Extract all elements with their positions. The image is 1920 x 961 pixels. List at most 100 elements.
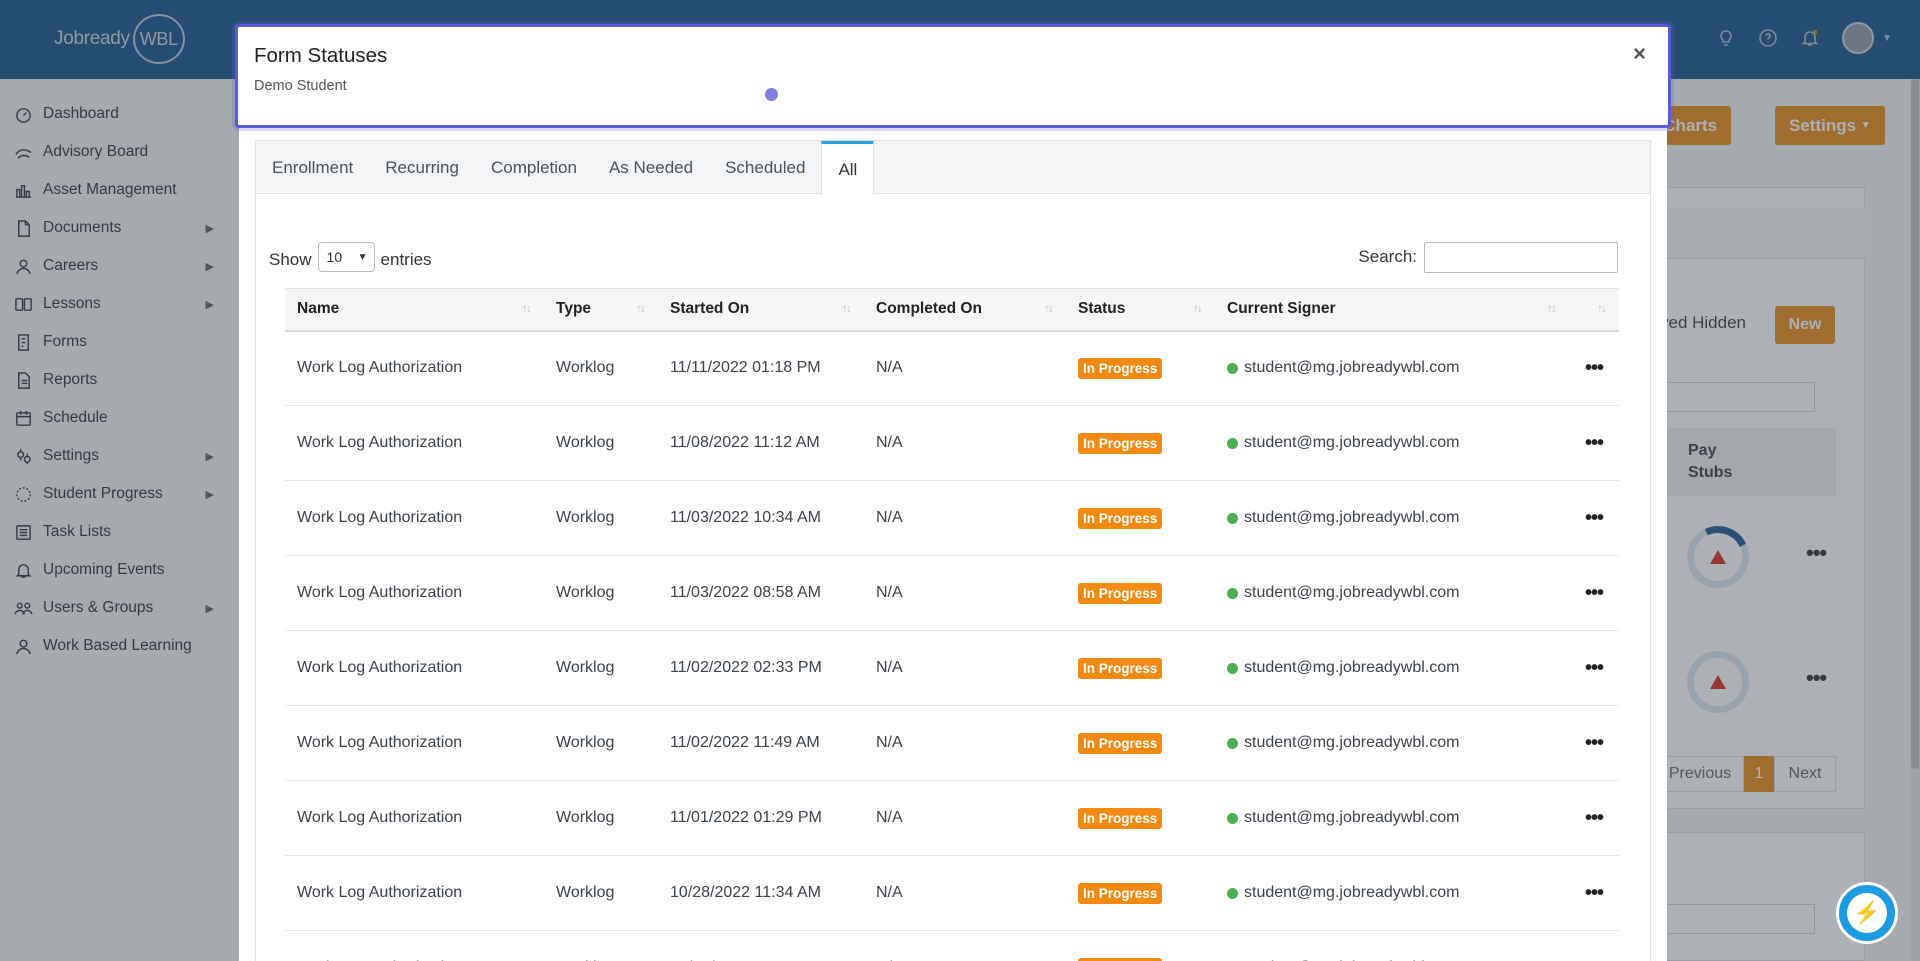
tab-scheduled[interactable]: Scheduled — [709, 141, 821, 194]
show-label: Show — [269, 250, 312, 269]
tab-completion[interactable]: Completion — [475, 141, 593, 194]
signer-email: student@mg.jobreadywbl.com — [1244, 884, 1460, 901]
table-row[interactable]: Work Log Authorization Worklog 11/08/2022 … — [285, 406, 1619, 481]
tab-bar: Enrollment Recurring Completion As Needed Sc… — [256, 141, 1650, 195]
column-header-label: Type — [556, 300, 592, 318]
search-input[interactable] — [1424, 242, 1618, 273]
tab-enrollment[interactable]: Enrollment — [256, 141, 369, 194]
cell-current-signer: student@mg.jobreadywbl.com — [1215, 931, 1569, 961]
column-header-started-on[interactable]: Started On ↑↓ — [658, 289, 864, 331]
cell-type: Worklog — [556, 509, 615, 526]
status-badge: In Progress — [1078, 507, 1163, 529]
sort-icon: ↑↓ — [1547, 301, 1557, 315]
cell-started-on: 10/27/2022 11:13 AM — [658, 931, 864, 961]
chat-launcher-button[interactable]: ⚡ — [1836, 882, 1898, 944]
cell-completed-on: N/A — [876, 809, 903, 826]
cell-started-on: 11/02/2022 02:33 PM — [670, 659, 822, 676]
column-header-status[interactable]: Status ↑↓ — [1066, 289, 1215, 331]
column-header-current-signer[interactable]: Current Signer ↑↓ — [1215, 289, 1569, 331]
sort-icon: ↑↓ — [522, 301, 532, 315]
cell-completed-on: N/A — [876, 734, 903, 751]
sort-icon: ↑↓ — [1193, 301, 1203, 315]
status-badge: In Progress — [1078, 432, 1163, 454]
close-icon[interactable]: × — [1633, 41, 1646, 67]
cell-current-signer: student@mg.jobreadywbl.com — [1215, 406, 1569, 481]
cell-completed-on: N/A — [876, 509, 903, 526]
sort-icon: ↑↓ — [1044, 301, 1054, 315]
table-row[interactable]: Work Log Authorization Worklog 11/02/2022 … — [285, 706, 1619, 781]
table-header-row: Name ↑↓ Type ↑↓ Started On ↑↓ Completed On ↑↓ St… — [285, 288, 1619, 331]
signer: student@mg.jobreadywbl.com — [1227, 734, 1569, 752]
cell-started-on: 11/03/2022 10:34 AM — [670, 509, 821, 526]
cell-type: Worklog — [556, 734, 615, 751]
column-header-label: Name — [297, 300, 340, 318]
tab-as-needed[interactable]: As Needed — [593, 141, 709, 194]
cell-status: In Progress — [1066, 556, 1215, 631]
status-badge: In Progress — [1078, 807, 1163, 829]
online-status-dot — [1227, 587, 1238, 599]
table-row[interactable]: Work Log Authorization Worklog 11/02/2022 … — [285, 631, 1619, 706]
online-status-dot — [1227, 362, 1238, 374]
table-row[interactable]: Work Log Authorization Worklog 10/28/2022 … — [285, 856, 1619, 931]
cell-current-signer: student@mg.jobreadywbl.com — [1215, 481, 1569, 556]
cell-started-on: 11/01/2022 01:29 PM — [670, 809, 822, 826]
status-badge: In Progress — [1078, 957, 1163, 961]
signer: student@mg.jobreadywbl.com — [1227, 659, 1569, 677]
cell-current-signer: student@mg.jobreadywbl.com — [1215, 556, 1569, 631]
cell-status: In Progress — [1066, 481, 1215, 556]
cell-started-on: 11/11/2022 01:18 PM — [670, 359, 821, 377]
tab-recurring[interactable]: Recurring — [369, 141, 475, 194]
entries-select[interactable]: 10 ▼ — [317, 242, 375, 272]
cell-current-signer: student@mg.jobreadywbl.com — [1215, 331, 1569, 406]
signer-email: student@mg.jobreadywbl.com — [1244, 659, 1460, 676]
cell-completed-on: N/A — [876, 434, 903, 451]
cell-current-signer: student@mg.jobreadywbl.com — [1215, 781, 1569, 856]
cell-name: Work Log Authorization — [297, 509, 463, 526]
signer: student@mg.jobreadywbl.com — [1227, 434, 1569, 452]
sort-icon: ↑↓ — [636, 301, 646, 315]
table-body: Work Log Authorization Worklog 11/11/2022 … — [285, 331, 1619, 961]
column-header-label: Status — [1078, 300, 1126, 318]
cell-type: Worklog — [544, 931, 658, 961]
cell-started-on: 10/28/2022 11:34 AM — [670, 884, 821, 901]
column-header-label: Started On — [670, 300, 750, 318]
online-status-dot — [1227, 437, 1238, 449]
table-row[interactable]: Work Log Authorization Worklog 11/01/2022 … — [285, 781, 1619, 856]
table-row[interactable]: Work Log Authorization Worklog 11/11/2022 … — [285, 331, 1619, 406]
cell-type: Worklog — [556, 884, 615, 901]
modal-title: Form Statuses — [254, 44, 388, 67]
signer-email: student@mg.jobreadywbl.com — [1244, 509, 1460, 526]
table-row[interactable]: Work Log Authorization Worklog 11/03/2022 … — [285, 481, 1619, 556]
row-actions-icon[interactable]: ••• — [1569, 856, 1619, 931]
row-actions-icon[interactable]: ••• — [1569, 406, 1619, 481]
form-statuses-table: Name ↑↓ Type ↑↓ Started On ↑↓ Completed On ↑↓ St… — [285, 288, 1619, 961]
row-actions-icon[interactable]: ••• — [1569, 781, 1619, 856]
row-actions-icon[interactable]: ••• — [1569, 631, 1619, 706]
cell-type: Worklog — [556, 434, 615, 451]
sort-icon: ↑↓ — [842, 301, 852, 315]
column-header-name[interactable]: Name ↑↓ — [285, 289, 544, 331]
row-actions-icon[interactable]: ••• — [1569, 556, 1619, 631]
cell-completed-on: N/A — [876, 584, 903, 601]
table-row[interactable]: Work Log Authorization Worklog 11/03/2022 … — [285, 556, 1619, 631]
cursor-indicator — [765, 88, 778, 101]
cell-status: In Progress — [1066, 331, 1215, 406]
online-status-dot — [1227, 737, 1238, 749]
row-actions-icon[interactable]: ••• — [1569, 481, 1619, 556]
cell-name: Work Log Authorization — [297, 659, 463, 676]
column-header-completed-on[interactable]: Completed On ↑↓ — [864, 289, 1066, 331]
tab-all[interactable]: All — [821, 141, 875, 195]
cell-status: In Progress — [1066, 931, 1215, 961]
online-status-dot — [1227, 512, 1238, 524]
status-badge: In Progress — [1078, 657, 1163, 679]
column-header-actions[interactable]: ↑↓ — [1569, 289, 1619, 331]
column-header-type[interactable]: Type ↑↓ — [544, 289, 658, 331]
cell-current-signer: student@mg.jobreadywbl.com — [1215, 706, 1569, 781]
cell-name: Work Log Authorization — [297, 884, 463, 901]
row-actions-icon[interactable]: ••• — [1569, 331, 1619, 406]
row-actions-icon[interactable]: ••• — [1569, 931, 1619, 961]
cell-current-signer: student@mg.jobreadywbl.com — [1215, 631, 1569, 706]
table-row[interactable]: Work Log AuthorizationWorklog10/27/2022 … — [285, 931, 1619, 961]
row-actions-icon[interactable]: ••• — [1569, 706, 1619, 781]
cell-name: Work Log Authorization — [285, 931, 544, 961]
